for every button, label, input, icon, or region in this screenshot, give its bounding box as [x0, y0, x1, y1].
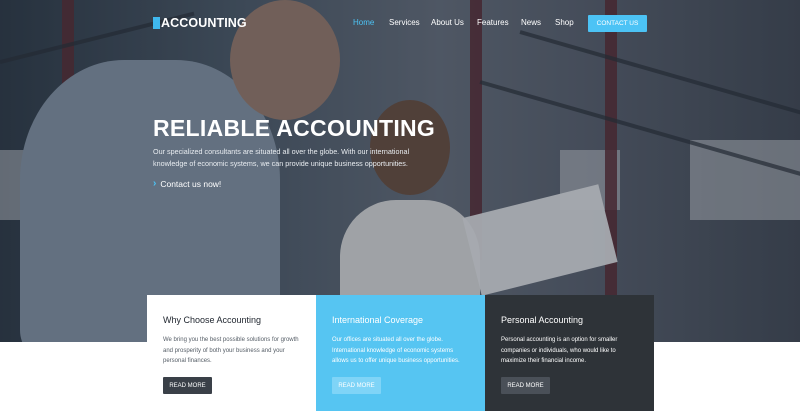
hero-background: [0, 0, 800, 342]
read-more-button[interactable]: READ MORE: [332, 377, 381, 394]
card-personal-accounting: Personal Accounting Personal accounting …: [485, 295, 654, 411]
nav-item-shop[interactable]: Shop: [555, 18, 574, 27]
card-text: Personal accounting is an option for sma…: [501, 337, 618, 364]
chevron-right-icon: ›: [153, 178, 157, 189]
site-logo[interactable]: ACCOUNTING: [153, 16, 247, 30]
read-more-button[interactable]: READ MORE: [163, 377, 212, 394]
logo-text: ACCOUNTING: [161, 16, 247, 30]
logo-mark-icon: [153, 17, 160, 29]
contact-us-button[interactable]: CONTACT US: [588, 15, 647, 32]
card-why-choose: Why Choose Accounting We bring you the b…: [147, 295, 316, 411]
contact-now-label: Contact us now!: [160, 178, 222, 189]
nav-item-home[interactable]: Home: [353, 18, 374, 27]
nav-item-about-us[interactable]: About Us: [431, 18, 464, 27]
hero-headline: RELIABLE ACCOUNTING: [153, 115, 436, 141]
contact-now-link[interactable]: › Contact us now!: [153, 178, 221, 189]
card-title: Personal Accounting: [501, 315, 584, 325]
card-title: International Coverage: [332, 315, 424, 325]
read-more-button[interactable]: READ MORE: [501, 377, 550, 394]
nav-item-services[interactable]: Services: [389, 18, 420, 27]
hero-subtext: Our specialized consultants are situated…: [153, 147, 410, 168]
card-title: Why Choose Accounting: [163, 315, 262, 325]
card-international-coverage: International Coverage Our offices are s…: [316, 295, 485, 411]
nav-item-features[interactable]: Features: [477, 18, 509, 27]
nav-item-news[interactable]: News: [521, 18, 541, 27]
card-text: Our offices are situated all over the gl…: [332, 337, 460, 364]
hero-overlay: [0, 0, 800, 342]
card-text: We bring you the best possible solutions…: [163, 337, 299, 364]
top-navigation: ACCOUNTING Home Services About Us Featur…: [0, 0, 800, 46]
